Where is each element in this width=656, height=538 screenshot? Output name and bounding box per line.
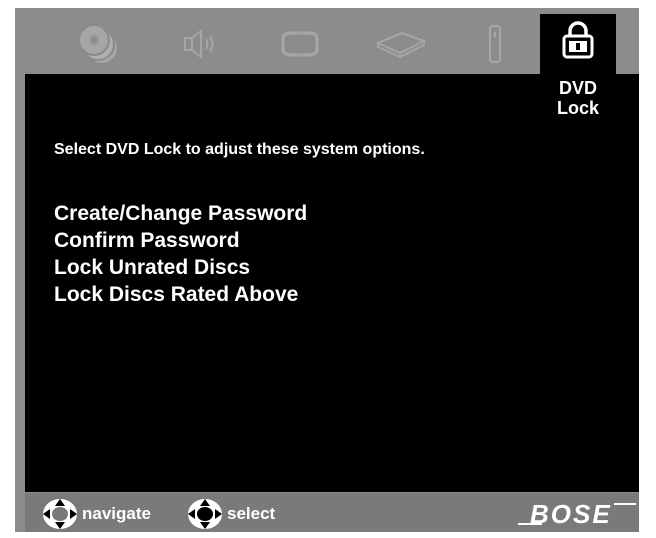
menu-item-lock-unrated-discs[interactable]: Lock Unrated Discs (54, 254, 307, 281)
options-menu: Create/Change Password Confirm Password … (54, 200, 307, 308)
brand-text: BOSE (530, 500, 612, 528)
tab-bar (15, 8, 639, 76)
menu-item-lock-discs-rated-above[interactable]: Lock Discs Rated Above (54, 281, 307, 308)
select-hint: select (187, 498, 275, 530)
speaker-icon[interactable] (177, 22, 221, 66)
active-tab-label: DVD Lock (540, 78, 616, 118)
active-tab-label-line2: Lock (556, 98, 599, 118)
navigate-label: navigate (82, 504, 151, 523)
menu-item-create-change-password[interactable]: Create/Change Password (54, 200, 307, 227)
active-tab-label-line1: DVD (558, 78, 597, 98)
select-label: select (227, 504, 276, 523)
dvd-player-icon[interactable] (373, 22, 429, 66)
disc-stack-icon[interactable] (75, 22, 121, 66)
menu-item-confirm-password[interactable]: Confirm Password (54, 227, 307, 254)
bose-logo: BOSE (518, 500, 636, 528)
select-pad-icon (188, 499, 222, 529)
navigate-hint: navigate (42, 498, 151, 530)
navigate-pad-icon (43, 499, 77, 529)
instruction-text: Select DVD Lock to adjust these system o… (54, 141, 425, 158)
screen-icon[interactable] (277, 22, 323, 66)
remote-control-icon[interactable] (483, 22, 507, 66)
